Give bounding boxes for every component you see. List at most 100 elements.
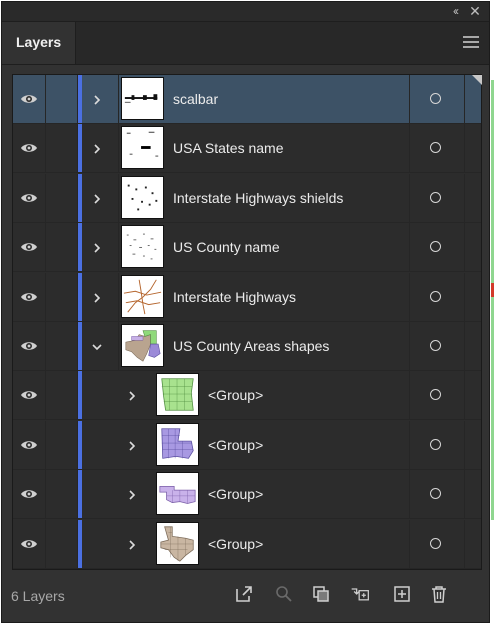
panel-menu-icon[interactable] <box>463 36 479 48</box>
layer-name[interactable]: <Group> <box>208 520 263 568</box>
chevron-right-icon[interactable] <box>126 439 138 451</box>
sublayer-row[interactable]: <Group> <box>13 371 482 421</box>
layer-row[interactable]: USA States name <box>13 124 482 174</box>
layer-row[interactable]: US County name <box>13 223 482 273</box>
target-cell[interactable] <box>409 420 464 469</box>
trash-icon[interactable] <box>429 584 449 604</box>
target-circle-icon[interactable] <box>430 191 441 203</box>
lock-toggle[interactable] <box>46 173 78 222</box>
layer-color-swatch <box>78 322 82 370</box>
chevron-right-icon[interactable] <box>91 192 103 204</box>
chevron-right-icon[interactable] <box>91 241 103 253</box>
target-circle-icon[interactable] <box>430 438 441 450</box>
selection-cell[interactable] <box>464 223 482 272</box>
selection-cell[interactable] <box>464 519 482 568</box>
sublayer-row[interactable]: <Group> <box>13 420 482 470</box>
target-cell[interactable] <box>409 519 464 568</box>
layer-row[interactable]: Interstate Highways shields <box>13 173 482 223</box>
target-circle-icon[interactable] <box>430 340 441 351</box>
lock-toggle[interactable] <box>46 75 78 123</box>
lock-toggle[interactable] <box>46 420 78 469</box>
target-circle-icon[interactable] <box>430 241 441 253</box>
target-circle-icon[interactable] <box>430 290 441 302</box>
selection-cell[interactable] <box>464 173 482 222</box>
selection-cell[interactable] <box>464 322 482 370</box>
export-icon[interactable] <box>234 584 254 604</box>
layers-list: scalbar USA States name Interstate Highway… <box>12 74 482 570</box>
chevron-down-icon[interactable] <box>91 340 103 352</box>
visibility-toggle[interactable] <box>13 223 46 272</box>
selection-cell[interactable] <box>464 470 482 519</box>
layer-thumbnail <box>156 521 199 565</box>
lock-toggle[interactable] <box>46 223 78 272</box>
target-circle-icon[interactable] <box>430 488 441 500</box>
layer-color-swatch <box>78 173 82 222</box>
visibility-toggle[interactable] <box>13 519 46 568</box>
target-cell[interactable] <box>409 322 464 370</box>
target-cell[interactable] <box>409 371 464 420</box>
visibility-toggle[interactable] <box>13 371 46 420</box>
target-cell[interactable] <box>409 272 464 321</box>
sublayer-row[interactable]: <Group> <box>13 519 482 569</box>
target-cell[interactable] <box>409 173 464 222</box>
collapse-icon[interactable]: ‹‹ <box>447 3 463 19</box>
layer-name[interactable]: scalbar <box>173 75 218 123</box>
clipping-mask-icon[interactable] <box>311 584 331 604</box>
lock-toggle[interactable] <box>46 272 78 321</box>
layer-name[interactable]: <Group> <box>208 470 263 518</box>
visibility-toggle[interactable] <box>13 272 46 321</box>
close-icon[interactable]: ✕ <box>467 3 483 19</box>
target-circle-icon[interactable] <box>430 142 441 154</box>
layers-panel: ‹‹ ✕ Layers scalbar USA States name Inters… <box>1 1 490 623</box>
chevron-right-icon[interactable] <box>91 142 103 154</box>
layer-name[interactable]: USA States name <box>173 124 284 172</box>
eye-icon <box>20 191 38 205</box>
layer-color-swatch <box>78 124 82 173</box>
selection-cell[interactable] <box>464 75 482 123</box>
layer-name[interactable]: <Group> <box>208 371 263 419</box>
chevron-right-icon[interactable] <box>91 93 103 105</box>
layer-name[interactable]: Interstate Highways shields <box>173 174 343 222</box>
lock-toggle[interactable] <box>46 322 78 370</box>
new-layer-icon[interactable] <box>392 584 412 604</box>
visibility-toggle[interactable] <box>13 124 46 173</box>
lock-toggle[interactable] <box>46 470 78 519</box>
target-cell[interactable] <box>409 470 464 519</box>
visibility-toggle[interactable] <box>13 322 46 370</box>
move-to-layer-icon[interactable] <box>350 584 370 604</box>
sublayer-row[interactable]: <Group> <box>13 470 482 520</box>
target-cell[interactable] <box>409 223 464 272</box>
tab-layers[interactable]: Layers <box>2 22 76 64</box>
visibility-toggle[interactable] <box>13 470 46 519</box>
search-icon[interactable] <box>274 584 294 604</box>
visibility-toggle[interactable] <box>13 420 46 469</box>
lock-toggle[interactable] <box>46 124 78 173</box>
layer-name[interactable]: <Group> <box>208 421 263 469</box>
selection-cell[interactable] <box>464 124 482 173</box>
selection-cell[interactable] <box>464 371 482 420</box>
selection-cell[interactable] <box>464 272 482 321</box>
target-circle-icon[interactable] <box>430 537 441 549</box>
visibility-toggle[interactable] <box>13 75 46 123</box>
layer-thumbnail <box>156 422 199 466</box>
layer-thumbnail <box>121 77 164 120</box>
chevron-right-icon[interactable] <box>126 389 138 401</box>
chevron-right-icon[interactable] <box>126 538 138 550</box>
layer-name[interactable]: US County name <box>173 223 280 271</box>
lock-toggle[interactable] <box>46 371 78 420</box>
layer-name[interactable]: US County Areas shapes <box>173 322 329 370</box>
selection-cell[interactable] <box>464 420 482 469</box>
layer-thumbnail <box>121 175 164 219</box>
layer-name[interactable]: Interstate Highways <box>173 273 296 321</box>
lock-toggle[interactable] <box>46 519 78 568</box>
chevron-right-icon[interactable] <box>91 291 103 303</box>
chevron-right-icon[interactable] <box>126 488 138 500</box>
target-cell[interactable] <box>409 124 464 173</box>
visibility-toggle[interactable] <box>13 173 46 222</box>
target-cell[interactable] <box>409 75 464 123</box>
layer-row[interactable]: Interstate Highways <box>13 272 482 322</box>
layer-row[interactable]: US County Areas shapes <box>13 322 481 371</box>
target-circle-icon[interactable] <box>430 93 441 104</box>
layer-row[interactable]: scalbar <box>13 75 482 124</box>
target-circle-icon[interactable] <box>430 389 441 401</box>
